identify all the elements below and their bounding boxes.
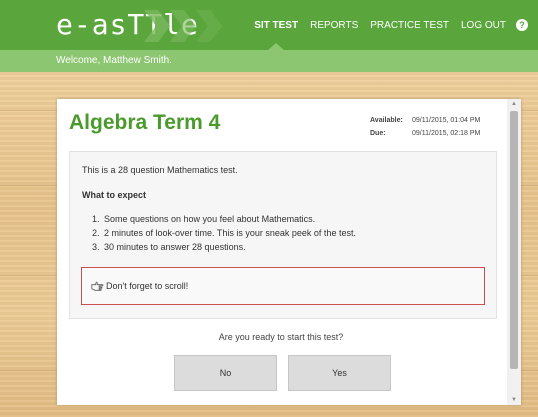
expect-list: 1. Some questions on how you feel about M… — [92, 212, 356, 254]
pointing-hand-icon — [91, 281, 104, 291]
test-title: Algebra Term 4 — [69, 111, 221, 134]
ready-question: Are you ready to start this test? — [218, 332, 344, 342]
scroll-down-icon[interactable]: ▼ — [511, 397, 517, 403]
list-item: 1. Some questions on how you feel about M… — [92, 214, 316, 224]
help-icon[interactable]: ? — [516, 19, 528, 31]
yes-button[interactable]: Yes — [288, 355, 391, 391]
test-info-box: This is a 28 question Mathematics test. … — [69, 151, 497, 319]
expect-heading: What to expect — [82, 190, 147, 200]
available-label: Available: — [370, 117, 403, 124]
no-button[interactable]: No — [174, 355, 277, 391]
due-label: Due: — [370, 130, 386, 137]
due-value: 09/11/2015, 02:18 PM — [412, 130, 481, 137]
vertical-scrollbar[interactable]: ▲ ▼ — [507, 99, 521, 405]
nav-reports[interactable]: REPORTS — [310, 0, 358, 50]
welcome-bar: Welcome, Matthew Smith. — [0, 50, 538, 72]
nav-practice-test[interactable]: PRACTICE TEST — [370, 0, 449, 50]
main-nav: SIT TEST REPORTS PRACTICE TEST LOG OUT ? — [242, 0, 538, 50]
test-intro: This is a 28 question Mathematics test. — [82, 165, 238, 175]
scroll-notice-text: Don't forget to scroll! — [106, 281, 189, 291]
test-dates: Available: 09/11/2015, 01:04 PM Due: 09/11… — [370, 114, 480, 140]
scrollbar-thumb[interactable] — [510, 111, 518, 369]
chevron-decoration-icon — [144, 10, 222, 42]
nav-log-out[interactable]: LOG OUT — [461, 0, 506, 50]
top-navigation-bar: e-asTTle SIT TEST REPORTS PRACTICE TEST … — [0, 0, 538, 50]
scroll-notice: Don't forget to scroll! — [81, 267, 485, 305]
nav-sit-test[interactable]: SIT TEST — [254, 0, 298, 50]
list-item: 2. 2 minutes of look-over time. This is y… — [92, 228, 356, 238]
available-value: 09/11/2015, 01:04 PM — [412, 117, 481, 124]
list-item: 3. 30 minutes to answer 28 questions. — [92, 242, 246, 252]
test-panel: Algebra Term 4 Available: 09/11/2015, 01:… — [57, 99, 521, 405]
welcome-message: Welcome, Matthew Smith. — [56, 55, 172, 66]
scroll-up-icon[interactable]: ▲ — [511, 101, 517, 107]
